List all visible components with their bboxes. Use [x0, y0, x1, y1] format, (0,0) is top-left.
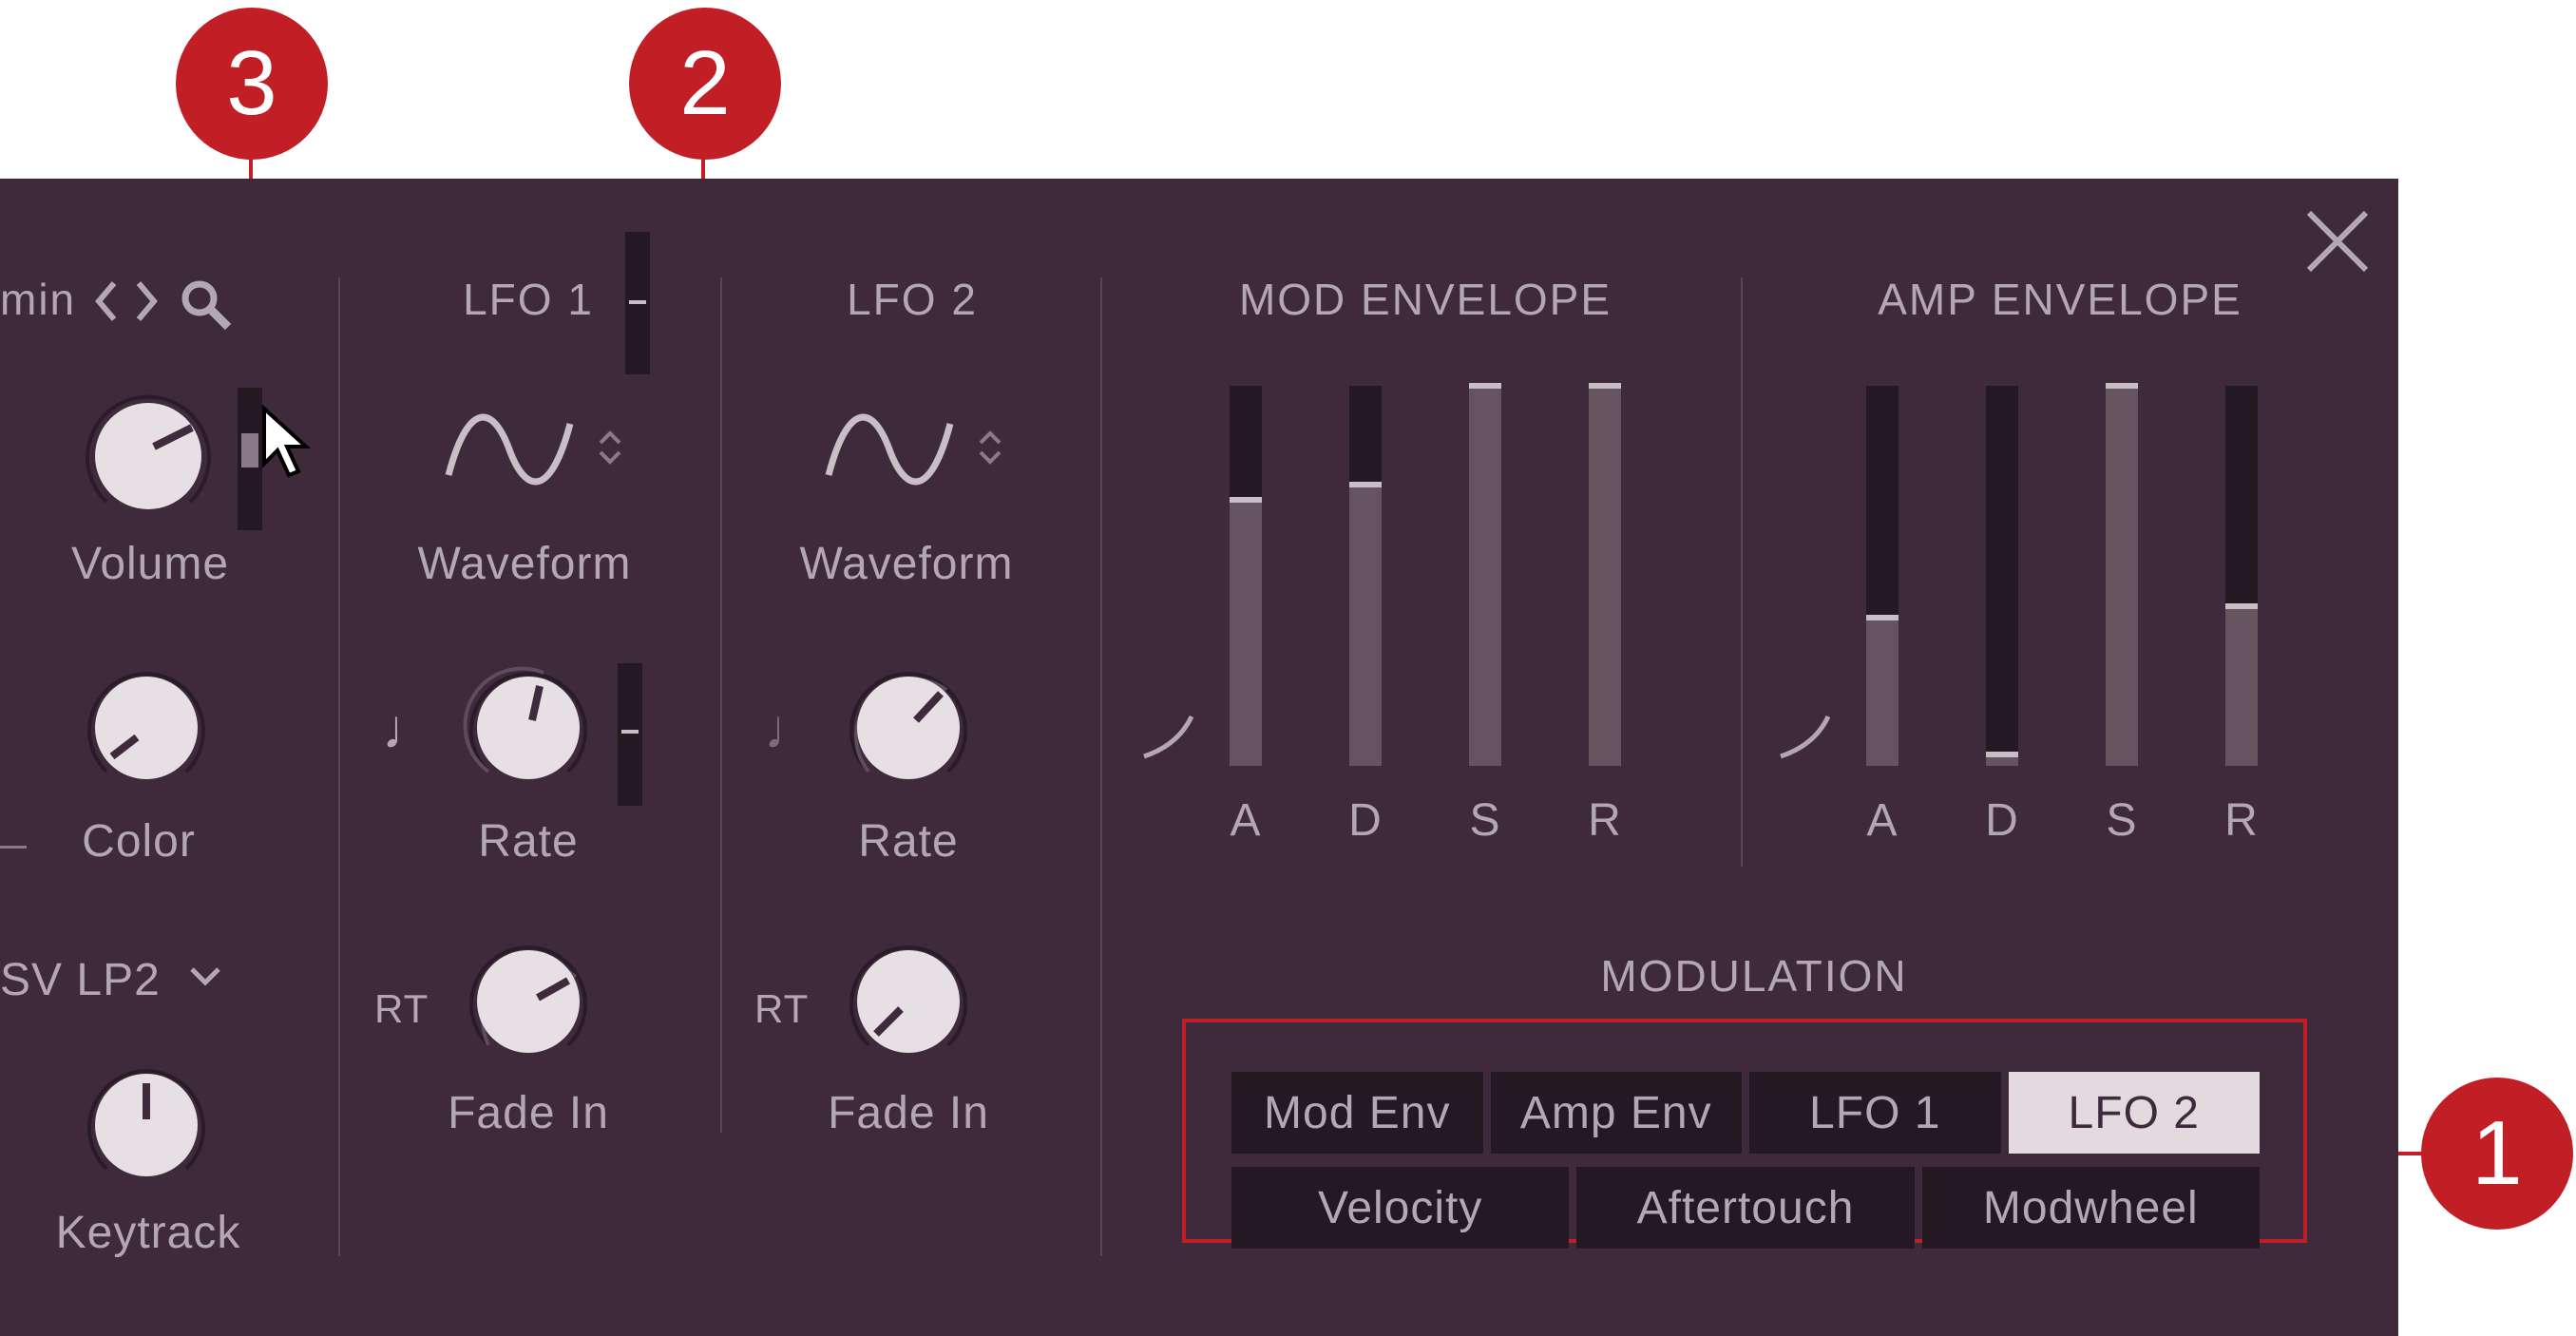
chevron-right-icon[interactable] — [133, 277, 162, 325]
lfo1-rate-label: Rate — [478, 816, 579, 867]
filter-type-dropdown[interactable]: SV LP2 — [0, 954, 161, 1006]
lfo1-retrigger-button[interactable]: RT — [374, 986, 429, 1032]
chevron-down-icon[interactable] — [186, 962, 224, 990]
amp-env-a-fader[interactable] — [1866, 386, 1899, 766]
close-icon[interactable] — [2303, 207, 2372, 276]
amp-env-s-label: S — [2106, 795, 2138, 846]
amp-env-d-label: D — [1985, 795, 2019, 846]
mod-source-lfo-2-button[interactable]: LFO 2 — [2008, 1072, 2260, 1154]
lfo1-waveform-label: Waveform — [417, 539, 632, 589]
mouse-cursor-icon — [260, 404, 317, 481]
lfo2-waveform-label: Waveform — [799, 539, 1014, 589]
callout-1: 1 — [2421, 1078, 2573, 1230]
mod-env-d-fader[interactable] — [1349, 386, 1382, 766]
chevron-left-icon[interactable] — [91, 277, 120, 325]
amp-env-a-label: A — [1866, 795, 1899, 846]
lfo2-waveform-stepper-icon[interactable] — [975, 424, 1005, 471]
mod-env-r-label: R — [1588, 795, 1622, 846]
mod-source-amp-env-button[interactable]: Amp Env — [1490, 1072, 1742, 1154]
lfo2-rate-label: Rate — [858, 816, 959, 867]
lfo2-fade-in-knob[interactable] — [842, 935, 975, 1068]
envelope-curve-icon[interactable] — [1777, 713, 1832, 760]
keytrack-label: Keytrack — [55, 1208, 241, 1258]
callout-2: 2 — [629, 8, 781, 160]
envelope-curve-icon[interactable] — [1140, 713, 1195, 760]
search-icon[interactable] — [179, 277, 236, 334]
sine-wave-icon — [443, 407, 576, 492]
mod-source-lfo-1-button[interactable]: LFO 1 — [1749, 1072, 2001, 1154]
lfo1-rate-knob[interactable] — [462, 661, 595, 794]
volume-mod-fader[interactable] — [238, 388, 262, 530]
lfo2-retrigger-button[interactable]: RT — [754, 986, 809, 1032]
mod-env-a-fader[interactable] — [1230, 386, 1262, 766]
amp-env-r-fader[interactable] — [2225, 386, 2258, 766]
mod-env-s-label: S — [1469, 795, 1501, 846]
mod-env-r-fader[interactable] — [1589, 383, 1621, 766]
separator — [1100, 277, 1102, 1256]
lfo2-rate-knob[interactable] — [842, 661, 975, 794]
lfo1-fade-in-knob[interactable] — [462, 935, 595, 1068]
amp-env-r-label: R — [2224, 795, 2259, 846]
lfo1-rate-mod-fader[interactable] — [618, 663, 642, 806]
separator — [1741, 277, 1743, 867]
mod-env-a-label: A — [1230, 795, 1262, 846]
lfo1-title-mod-fader[interactable] — [625, 232, 650, 374]
modulation-title: MODULATION — [1600, 951, 1908, 1001]
lfo2-title: LFO 2 — [847, 275, 978, 324]
amp-envelope-title: AMP ENVELOPE — [1878, 275, 2242, 324]
mod-source-mod-env-button[interactable]: Mod Env — [1231, 1072, 1483, 1154]
color-label: Color — [82, 816, 196, 867]
lfo1-fade-in-label: Fade In — [448, 1088, 609, 1138]
callout-3: 3 — [176, 8, 328, 160]
volume-label: Volume — [70, 539, 230, 589]
lfo1-title: LFO 1 — [463, 275, 594, 324]
note-sync-icon[interactable]: ♩ — [764, 697, 819, 761]
preset-name[interactable]: min — [0, 274, 76, 325]
separator — [338, 277, 340, 1256]
amp-env-s-fader[interactable] — [2106, 383, 2138, 766]
lfo2-fade-in-label: Fade In — [828, 1088, 989, 1138]
lfo1-waveform-stepper-icon[interactable] — [595, 424, 625, 471]
divider-dash — [0, 846, 27, 849]
synth-panel: min Volume Color SV LP2 Keytrack LFO 1 W… — [0, 179, 2398, 1336]
mod-source-aftertouch-button[interactable]: Aftertouch — [1576, 1167, 1915, 1249]
separator — [720, 277, 722, 1133]
color-knob[interactable] — [80, 661, 213, 794]
mod-env-s-fader[interactable] — [1469, 383, 1501, 766]
note-sync-icon[interactable]: ♩ — [382, 697, 437, 761]
mod-envelope-title: MOD ENVELOPE — [1238, 275, 1612, 324]
amp-env-d-fader[interactable] — [1986, 386, 2018, 766]
mod-source-velocity-button[interactable]: Velocity — [1231, 1167, 1570, 1249]
keytrack-knob[interactable] — [80, 1059, 213, 1192]
mod-env-d-label: D — [1348, 795, 1383, 846]
sine-wave-icon — [823, 407, 956, 492]
mod-source-modwheel-button[interactable]: Modwheel — [1921, 1167, 2260, 1249]
volume-knob[interactable] — [78, 386, 219, 526]
